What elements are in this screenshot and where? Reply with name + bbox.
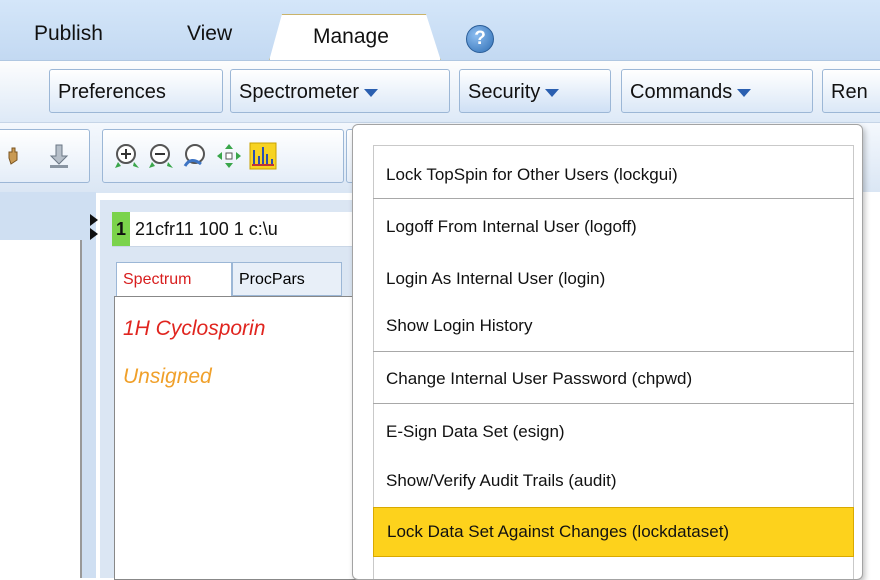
menu-item-logoff[interactable]: Logoff From Internal User (logoff) xyxy=(373,201,854,253)
tab-manage-text[interactable]: Manage xyxy=(313,17,389,57)
tab-procpars-label: ProcPars xyxy=(239,271,305,288)
chevron-down-icon xyxy=(737,88,752,97)
menu-separator xyxy=(373,198,854,199)
spectrum-scale-icon[interactable] xyxy=(249,142,277,170)
dataset-title-bar[interactable]: 1 21cfr11 100 1 c:\u xyxy=(112,212,360,247)
menu-item-esign[interactable]: E-Sign Data Set (esign) xyxy=(373,406,854,458)
reset-zoom-icon[interactable] xyxy=(181,142,209,170)
menu-item-label: Logoff From Internal User (logoff) xyxy=(386,217,637,236)
menu-separator xyxy=(373,351,854,352)
tab-spectrum[interactable]: Spectrum xyxy=(116,262,232,296)
security-dropdown-menu: Lock TopSpin for Other Users (lockgui) L… xyxy=(352,124,863,580)
fit-icon[interactable] xyxy=(215,142,243,170)
dataset-window: 1 21cfr11 100 1 c:\u Spectrum ProcPars 1… xyxy=(90,200,361,580)
commands-menu-button[interactable]: Commands xyxy=(621,69,813,113)
tab-publish[interactable]: Publish xyxy=(34,14,103,54)
dataset-title: 1H Cyclosporin xyxy=(123,317,266,340)
dataset-path: 21cfr11 100 1 c:\u xyxy=(135,219,278,239)
tab-view-label: View xyxy=(187,22,233,45)
menu-item-label: Show Login History xyxy=(386,316,533,335)
menu-item-label: Show/Verify Audit Trails (audit) xyxy=(386,471,617,490)
dataset-tabs: Spectrum ProcPars xyxy=(112,260,360,296)
tab-procpars[interactable]: ProcPars xyxy=(232,262,342,296)
menu-item-login[interactable]: Login As Internal User (login) xyxy=(373,253,854,305)
toolbar-group-zoom xyxy=(102,129,344,183)
ribbon-button-row: Preferences Spectrometer Security Comman… xyxy=(0,60,880,123)
chevron-down-icon xyxy=(545,88,560,97)
security-label: Security xyxy=(468,81,541,103)
menu-separator xyxy=(373,403,854,404)
browser-panel xyxy=(0,192,96,578)
toolbar-group-file xyxy=(0,129,90,183)
tab-spectrum-label: Spectrum xyxy=(123,271,192,288)
menu-item-label: Login As Internal User (login) xyxy=(386,269,606,288)
download-icon[interactable] xyxy=(45,142,73,170)
browser-panel-content xyxy=(0,240,82,578)
tab-manage-label: Manage xyxy=(313,25,389,48)
menu-item-audit-trails[interactable]: Show/Verify Audit Trails (audit) xyxy=(373,455,854,507)
menu-item-lock-dataset[interactable]: Lock Data Set Against Changes (lockdatas… xyxy=(373,507,854,557)
help-icon[interactable]: ? xyxy=(466,25,494,53)
tab-view[interactable]: View xyxy=(187,14,232,54)
preferences-button[interactable]: Preferences xyxy=(49,69,223,113)
menu-item-label: Lock TopSpin for Other Users (lockgui) xyxy=(386,165,678,184)
spectrum-view: 1H Cyclosporin Unsigned xyxy=(114,296,361,580)
remote-button[interactable]: Ren xyxy=(822,69,880,113)
menu-item-lock-topspin[interactable]: Lock TopSpin for Other Users (lockgui) xyxy=(373,149,854,201)
menu-item-change-password[interactable]: Change Internal User Password (chpwd) xyxy=(373,353,854,405)
spectrometer-menu-button[interactable]: Spectrometer xyxy=(230,69,450,113)
hand-icon[interactable] xyxy=(3,142,31,170)
commands-label: Commands xyxy=(630,81,733,103)
remote-label: Ren xyxy=(831,81,868,103)
zoom-in-icon[interactable] xyxy=(113,142,141,170)
preferences-label: Preferences xyxy=(58,81,166,103)
dataset-number-badge: 1 xyxy=(112,212,131,246)
tab-publish-label: Publish xyxy=(34,22,103,45)
chevron-down-icon xyxy=(364,88,379,97)
menu-item-login-history[interactable]: Show Login History xyxy=(373,300,854,352)
menu-item-label: Change Internal User Password (chpwd) xyxy=(386,369,693,388)
zoom-out-icon[interactable] xyxy=(147,142,175,170)
ribbon-tab-bar: Publish View Manage ? xyxy=(0,0,880,61)
menu-item-label: Lock Data Set Against Changes (lockdatas… xyxy=(387,522,730,541)
menu-item-label: E-Sign Data Set (esign) xyxy=(386,422,565,441)
collapse-arrows-icon[interactable] xyxy=(88,212,100,242)
spectrometer-label: Spectrometer xyxy=(239,81,360,103)
signature-status: Unsigned xyxy=(123,365,212,388)
security-menu-button[interactable]: Security xyxy=(459,69,611,113)
